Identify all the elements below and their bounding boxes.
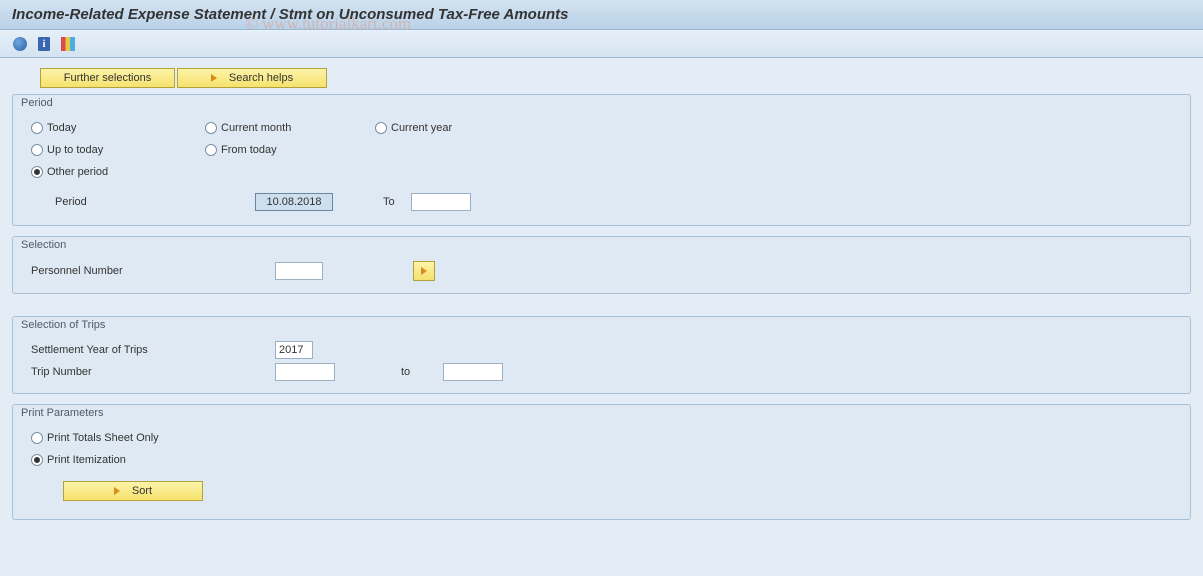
radio-icon xyxy=(31,144,43,156)
radio-current-month[interactable]: Current month xyxy=(205,122,291,134)
radio-current-year-label: Current year xyxy=(391,122,452,134)
period-group: Period Today Current month xyxy=(12,94,1191,226)
radio-print-itemization-label: Print Itemization xyxy=(47,454,126,466)
radio-print-totals[interactable]: Print Totals Sheet Only xyxy=(31,432,159,444)
search-helps-button[interactable]: Search helps xyxy=(177,68,327,88)
selection-buttons-row: Further selections Search helps xyxy=(40,68,1191,88)
radio-current-year[interactable]: Current year xyxy=(375,122,452,134)
trips-legend: Selection of Trips xyxy=(13,317,1190,335)
radio-print-totals-label: Print Totals Sheet Only xyxy=(47,432,159,444)
print-group: Print Parameters Print Totals Sheet Only… xyxy=(12,404,1191,520)
further-selections-button[interactable]: Further selections xyxy=(40,68,175,88)
variants-icon[interactable] xyxy=(58,35,78,53)
arrow-right-icon xyxy=(421,267,427,275)
radio-up-to-today[interactable]: Up to today xyxy=(31,144,103,156)
trip-number-to-label: to xyxy=(395,366,443,378)
selection-group: Selection Personnel Number xyxy=(12,236,1191,294)
further-selections-label: Further selections xyxy=(64,72,151,84)
personnel-number-input[interactable] xyxy=(275,262,323,280)
trip-number-to-input[interactable] xyxy=(443,363,503,381)
radio-from-today[interactable]: From today xyxy=(205,144,277,156)
trips-group: Selection of Trips Settlement Year of Tr… xyxy=(12,316,1191,394)
arrow-right-icon xyxy=(114,487,120,495)
radio-up-to-today-label: Up to today xyxy=(47,144,103,156)
radio-icon xyxy=(205,122,217,134)
sort-button[interactable]: Sort xyxy=(63,481,203,501)
period-to-label: To xyxy=(383,196,411,208)
radio-current-month-label: Current month xyxy=(221,122,291,134)
radio-icon xyxy=(375,122,387,134)
period-from-input[interactable] xyxy=(255,193,333,211)
print-legend: Print Parameters xyxy=(13,405,1190,423)
radio-other-period[interactable]: Other period xyxy=(31,166,108,178)
multiple-selection-button[interactable] xyxy=(413,261,435,281)
radio-icon xyxy=(31,122,43,134)
arrow-right-icon xyxy=(211,74,217,82)
radio-icon xyxy=(31,432,43,444)
trip-number-from-input[interactable] xyxy=(275,363,335,381)
selection-legend: Selection xyxy=(13,237,1190,255)
settlement-year-label: Settlement Year of Trips xyxy=(25,344,275,356)
search-helps-label: Search helps xyxy=(229,72,293,84)
page-title: Income-Related Expense Statement / Stmt … xyxy=(0,0,1203,30)
info-icon[interactable]: i xyxy=(34,35,54,53)
radio-today-label: Today xyxy=(47,122,76,134)
period-to-input[interactable] xyxy=(411,193,471,211)
content-area: Further selections Search helps Period T… xyxy=(0,58,1203,576)
radio-today[interactable]: Today xyxy=(31,122,76,134)
radio-print-itemization[interactable]: Print Itemization xyxy=(31,454,126,466)
sort-button-label: Sort xyxy=(132,485,152,497)
period-legend: Period xyxy=(13,95,1190,113)
radio-icon xyxy=(31,454,43,466)
page-title-text: Income-Related Expense Statement / Stmt … xyxy=(12,6,569,23)
radio-icon xyxy=(31,166,43,178)
settlement-year-input[interactable] xyxy=(275,341,313,359)
trip-number-label: Trip Number xyxy=(25,366,275,378)
period-from-label: Period xyxy=(55,196,87,208)
radio-icon xyxy=(205,144,217,156)
app-toolbar: i xyxy=(0,30,1203,58)
radio-from-today-label: From today xyxy=(221,144,277,156)
personnel-number-label: Personnel Number xyxy=(25,265,275,277)
execute-icon[interactable] xyxy=(10,35,30,53)
radio-other-period-label: Other period xyxy=(47,166,108,178)
